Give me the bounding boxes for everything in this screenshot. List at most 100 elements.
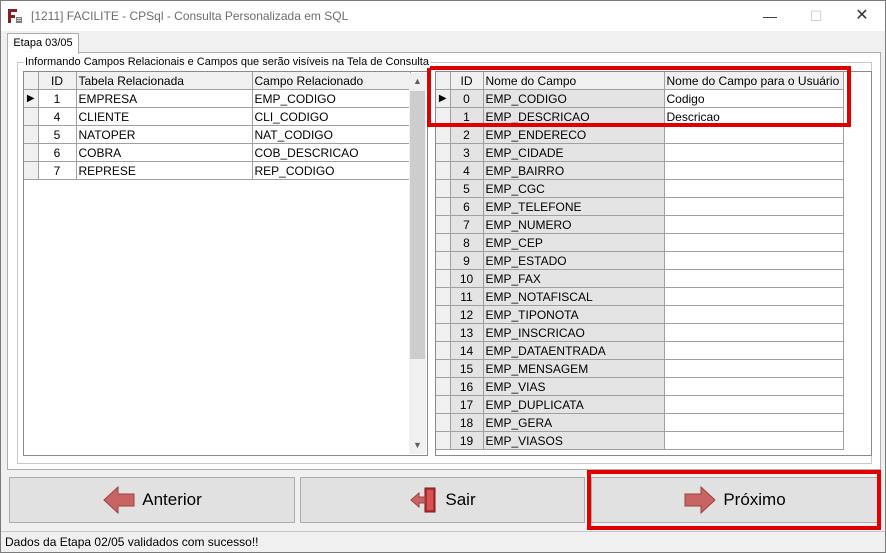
table-row[interactable]: 14 EMP_DATAENTRADA (436, 341, 844, 360)
cell-id[interactable]: 3 (450, 143, 484, 162)
exit-button[interactable]: Sair (300, 477, 585, 523)
related-tables-grid[interactable]: ID Tabela Relacionada Campo Relacionado … (23, 71, 428, 456)
cell-user-name[interactable] (664, 413, 844, 432)
column-header-id[interactable]: ID (38, 72, 77, 90)
table-row[interactable]: 7 EMP_NUMERO (436, 215, 844, 234)
cell-id[interactable]: 16 (450, 377, 484, 396)
scrollbar-thumb[interactable] (410, 91, 425, 359)
cell-id[interactable]: 15 (450, 359, 484, 378)
cell-user-name[interactable] (664, 125, 844, 144)
table-row[interactable]: 7 REPRESE REP_CODIGO (24, 161, 411, 180)
cell-user-name[interactable] (664, 161, 844, 180)
cell-id[interactable]: 5 (38, 125, 77, 144)
table-row[interactable]: 18 EMP_GERA (436, 413, 844, 432)
cell-user-name[interactable] (664, 305, 844, 324)
cell-field-name[interactable]: EMP_NOTAFISCAL (483, 287, 665, 306)
cell-user-name[interactable] (664, 341, 844, 360)
cell-id[interactable]: 14 (450, 341, 484, 360)
cell-id[interactable]: 6 (450, 197, 484, 216)
column-header-table[interactable]: Tabela Relacionada (76, 72, 253, 90)
cell-id[interactable]: 7 (38, 161, 77, 180)
previous-button[interactable]: Anterior (9, 477, 295, 523)
cell-field-name[interactable]: EMP_VIAS (483, 377, 665, 396)
cell-id[interactable]: 4 (38, 107, 77, 126)
table-row[interactable]: 4 EMP_BAIRRO (436, 161, 844, 180)
cell-id[interactable]: 5 (450, 179, 484, 198)
cell-table[interactable]: EMPRESA (76, 89, 253, 108)
cell-field-name[interactable]: EMP_CEP (483, 233, 665, 252)
cell-table[interactable]: COBRA (76, 143, 253, 162)
cell-user-name[interactable] (664, 179, 844, 198)
table-row[interactable]: 3 EMP_CIDADE (436, 143, 844, 162)
table-row[interactable]: 19 EMP_VIASOS (436, 431, 844, 450)
cell-user-name[interactable] (664, 251, 844, 270)
cell-table[interactable]: NATOPER (76, 125, 253, 144)
table-row[interactable]: 10 EMP_FAX (436, 269, 844, 288)
cell-user-name[interactable] (664, 233, 844, 252)
title-bar[interactable]: [1211] FACILITE - CPSql - Consulta Perso… (1, 1, 885, 31)
cell-user-name[interactable] (664, 323, 844, 342)
cell-field-name[interactable]: EMP_CIDADE (483, 143, 665, 162)
cell-field-name[interactable]: EMP_ESTADO (483, 251, 665, 270)
cell-field-name[interactable]: EMP_NUMERO (483, 215, 665, 234)
cell-id[interactable]: 7 (450, 215, 484, 234)
table-row[interactable]: 6 EMP_TELEFONE (436, 197, 844, 216)
cell-field[interactable]: NAT_CODIGO (252, 125, 411, 144)
table-row[interactable]: 5 EMP_CGC (436, 179, 844, 198)
cell-user-name[interactable] (664, 287, 844, 306)
maximize-button[interactable]: ☐ (793, 1, 839, 31)
table-row[interactable]: 6 COBRA COB_DESCRICAO (24, 143, 411, 162)
cell-field[interactable]: REP_CODIGO (252, 161, 411, 180)
close-button[interactable]: ✕ (839, 1, 885, 31)
table-row[interactable]: 13 EMP_INSCRICAO (436, 323, 844, 342)
cell-id[interactable]: 6 (38, 143, 77, 162)
cell-field-name[interactable]: EMP_FAX (483, 269, 665, 288)
table-row[interactable]: 11 EMP_NOTAFISCAL (436, 287, 844, 306)
cell-id[interactable]: 12 (450, 305, 484, 324)
tab-etapa[interactable]: Etapa 03/05 (7, 33, 79, 54)
fields-grid[interactable]: ID Nome do Campo Nome do Campo para o Us… (435, 71, 872, 456)
cell-user-name[interactable] (664, 431, 844, 450)
table-row[interactable]: ▶ 1 EMPRESA EMP_CODIGO (24, 89, 411, 108)
table-row[interactable]: 12 EMP_TIPONOTA (436, 305, 844, 324)
cell-id[interactable]: 10 (450, 269, 484, 288)
table-row[interactable]: 17 EMP_DUPLICATA (436, 395, 844, 414)
cell-field-name[interactable]: EMP_TIPONOTA (483, 305, 665, 324)
cell-field[interactable]: CLI_CODIGO (252, 107, 411, 126)
table-row[interactable]: 4 CLIENTE CLI_CODIGO (24, 107, 411, 126)
cell-field-name[interactable]: EMP_INSCRICAO (483, 323, 665, 342)
cell-field-name[interactable]: EMP_ENDERECO (483, 125, 665, 144)
table-row[interactable]: 9 EMP_ESTADO (436, 251, 844, 270)
cell-id[interactable]: 1 (38, 89, 77, 108)
cell-user-name[interactable] (664, 143, 844, 162)
left-grid-scrollbar[interactable]: ▲ ▼ (409, 73, 426, 454)
table-row[interactable]: 5 NATOPER NAT_CODIGO (24, 125, 411, 144)
table-row[interactable]: 16 EMP_VIAS (436, 377, 844, 396)
cell-field-name[interactable]: EMP_DATAENTRADA (483, 341, 665, 360)
column-header-field[interactable]: Campo Relacionado (252, 72, 411, 90)
minimize-button[interactable]: — (747, 1, 793, 31)
cell-field-name[interactable]: EMP_MENSAGEM (483, 359, 665, 378)
cell-user-name[interactable] (664, 215, 844, 234)
cell-id[interactable]: 9 (450, 251, 484, 270)
cell-field-name[interactable]: EMP_BAIRRO (483, 161, 665, 180)
scroll-down-arrow-icon[interactable]: ▼ (409, 437, 426, 454)
cell-table[interactable]: REPRESE (76, 161, 253, 180)
cell-field[interactable]: COB_DESCRICAO (252, 143, 411, 162)
scroll-up-arrow-icon[interactable]: ▲ (409, 73, 426, 90)
cell-table[interactable]: CLIENTE (76, 107, 253, 126)
cell-field-name[interactable]: EMP_VIASOS (483, 431, 665, 450)
cell-id[interactable]: 11 (450, 287, 484, 306)
cell-id[interactable]: 4 (450, 161, 484, 180)
cell-user-name[interactable] (664, 197, 844, 216)
cell-id[interactable]: 2 (450, 125, 484, 144)
table-row[interactable]: 15 EMP_MENSAGEM (436, 359, 844, 378)
cell-field-name[interactable]: EMP_CGC (483, 179, 665, 198)
cell-id[interactable]: 18 (450, 413, 484, 432)
cell-id[interactable]: 19 (450, 431, 484, 450)
cell-id[interactable]: 13 (450, 323, 484, 342)
table-row[interactable]: 8 EMP_CEP (436, 233, 844, 252)
cell-user-name[interactable] (664, 395, 844, 414)
cell-id[interactable]: 8 (450, 233, 484, 252)
cell-field-name[interactable]: EMP_GERA (483, 413, 665, 432)
